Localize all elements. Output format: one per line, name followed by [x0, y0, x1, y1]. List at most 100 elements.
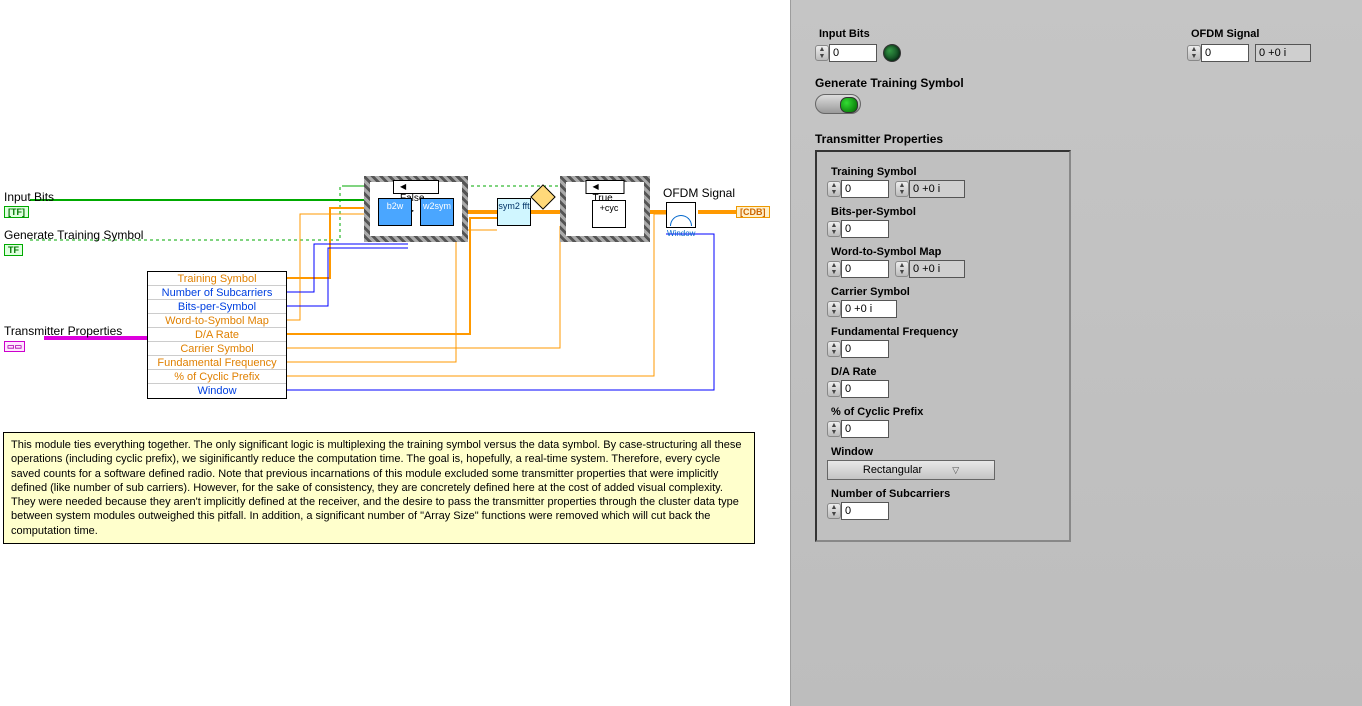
label-w2s-map: Word-to-Symbol Map: [831, 246, 1059, 258]
spin-down-icon[interactable]: ▼: [1188, 53, 1200, 60]
spin-up-icon[interactable]: ▲: [828, 382, 840, 389]
index-spinner[interactable]: ▲▼: [1187, 44, 1249, 62]
case-selector[interactable]: ◀ True ▼▶: [586, 180, 625, 194]
complex-field[interactable]: [909, 180, 965, 198]
index-field[interactable]: [841, 180, 889, 198]
spin-up-icon[interactable]: ▲: [828, 302, 840, 309]
cyc-prefix-spinner[interactable]: ▲▼: [827, 420, 889, 438]
spin-down-icon[interactable]: ▼: [828, 389, 840, 396]
label-tx-props: Transmitter Properties: [815, 132, 1338, 146]
complex-field[interactable]: [909, 260, 965, 278]
unbundle-row[interactable]: Bits-per-Symbol: [148, 300, 286, 314]
spin-up-icon[interactable]: ▲: [816, 46, 828, 53]
complex-element[interactable]: ▲▼: [895, 260, 965, 278]
spin-down-icon[interactable]: ▼: [896, 189, 908, 196]
label-ofdm-signal: OFDM Signal: [1191, 28, 1311, 40]
diagram-comment: This module ties everything together. Th…: [3, 432, 755, 544]
index-spinner[interactable]: ▲▼: [827, 180, 889, 198]
spin-down-icon[interactable]: ▼: [828, 429, 840, 436]
spin-down-icon[interactable]: ▼: [828, 229, 840, 236]
unbundle-row[interactable]: Training Symbol: [148, 272, 286, 286]
window-dropdown[interactable]: Rectangular ▽: [827, 460, 995, 480]
da-rate-spinner[interactable]: ▲▼: [827, 380, 889, 398]
index-spinner[interactable]: ▲▼: [815, 44, 877, 62]
label-window: Window: [831, 446, 1059, 458]
label-da-rate: D/A Rate: [831, 366, 1059, 378]
chevron-down-icon: ▽: [952, 465, 959, 476]
spin-up-icon[interactable]: ▲: [828, 222, 840, 229]
bits-per-symbol-spinner[interactable]: ▲▼: [827, 220, 889, 238]
spin-up-icon[interactable]: ▲: [828, 504, 840, 511]
spin-up-icon[interactable]: ▲: [828, 262, 840, 269]
label-fund-freq: Fundamental Frequency: [831, 326, 1059, 338]
unbundle-row[interactable]: Word-to-Symbol Map: [148, 314, 286, 328]
case-structure-false[interactable]: ◀ False ▼▶ b2w w2sym: [364, 176, 468, 242]
complex-value: [1255, 44, 1311, 62]
unbundle-row[interactable]: % of Cyclic Prefix: [148, 370, 286, 384]
front-panel: Input Bits ▲▼ OFDM Signal ▲▼: [790, 0, 1362, 706]
unbundle-row[interactable]: Window: [148, 384, 286, 398]
boolean-array-terminal-icon: [TF]: [4, 206, 29, 218]
label-gen-training: Generate Training Symbol: [815, 76, 1338, 90]
case-structure-true[interactable]: ◀ True ▼▶ +cyc: [560, 176, 650, 242]
subvi-w2sym[interactable]: w2sym: [420, 198, 454, 226]
spin-down-icon[interactable]: ▼: [828, 189, 840, 196]
unbundle-row[interactable]: Fundamental Frequency: [148, 356, 286, 370]
spin-up-icon[interactable]: ▲: [896, 262, 908, 269]
spin-down-icon[interactable]: ▼: [828, 511, 840, 518]
index-spinner[interactable]: ▲▼: [827, 260, 889, 278]
spin-down-icon[interactable]: ▼: [896, 269, 908, 276]
carrier-symbol-spinner[interactable]: ▲▼: [827, 300, 897, 318]
label-bits-per-symbol: Bits-per-Symbol: [831, 206, 1059, 218]
complex-field[interactable]: [841, 300, 897, 318]
terminal-label: Generate Training Symbol: [4, 228, 143, 242]
num-subcarriers-spinner[interactable]: ▲▼: [827, 502, 889, 520]
select-primitive-icon[interactable]: [530, 184, 555, 209]
spin-up-icon[interactable]: ▲: [896, 182, 908, 189]
spin-down-icon[interactable]: ▼: [828, 309, 840, 316]
block-diagram: Input Bits [TF] Generate Training Symbol…: [0, 0, 790, 706]
index-field[interactable]: [1201, 44, 1249, 62]
complex-indicator: [1255, 44, 1311, 62]
index-field[interactable]: [841, 260, 889, 278]
index-field[interactable]: [829, 44, 877, 62]
unbundle-row[interactable]: D/A Rate: [148, 328, 286, 342]
numeric-field[interactable]: [841, 420, 889, 438]
spin-down-icon[interactable]: ▼: [816, 53, 828, 60]
tx-props-cluster: Training Symbol ▲▼ ▲▼ Bits-per-Symbol ▲▼…: [815, 150, 1071, 542]
subvi-sym2fft[interactable]: sym2 fft: [497, 198, 531, 226]
generate-training-switch[interactable]: [815, 94, 861, 114]
terminal-ofdm-signal: OFDM Signal: [663, 186, 735, 200]
complex-array-terminal-icon: [CDB]: [736, 206, 770, 218]
numeric-field[interactable]: [841, 502, 889, 520]
label-training-symbol: Training Symbol: [831, 166, 1059, 178]
fund-freq-spinner[interactable]: ▲▼: [827, 340, 889, 358]
spin-up-icon[interactable]: ▲: [828, 422, 840, 429]
window-subvi-label: Window: [667, 229, 695, 238]
spin-down-icon[interactable]: ▼: [828, 349, 840, 356]
subvi-b2w[interactable]: b2w: [378, 198, 412, 226]
label-input-bits: Input Bits: [819, 28, 901, 40]
subvi-cyc[interactable]: +cyc: [592, 200, 626, 228]
spin-up-icon[interactable]: ▲: [828, 182, 840, 189]
cluster-terminal-icon: ▭▭: [4, 341, 25, 352]
terminal-gen-training: Generate Training Symbol TF: [4, 228, 143, 256]
case-selector[interactable]: ◀ False ▼▶: [393, 180, 439, 194]
label-num-subcarriers: Number of Subcarriers: [831, 488, 1059, 500]
terminal-tx-props: Transmitter Properties ▭▭: [4, 324, 122, 352]
spin-down-icon[interactable]: ▼: [828, 269, 840, 276]
unbundle-by-name[interactable]: Training Symbol Number of Subcarriers Bi…: [147, 271, 287, 399]
numeric-field[interactable]: [841, 340, 889, 358]
terminal-label: OFDM Signal: [663, 186, 735, 200]
unbundle-row[interactable]: Carrier Symbol: [148, 342, 286, 356]
numeric-field[interactable]: [841, 380, 889, 398]
spin-up-icon[interactable]: ▲: [1188, 46, 1200, 53]
terminal-label: Input Bits: [4, 190, 54, 204]
numeric-field[interactable]: [841, 220, 889, 238]
window-subvi-icon[interactable]: Window: [666, 202, 696, 228]
unbundle-row[interactable]: Number of Subcarriers: [148, 286, 286, 300]
label-cyc-prefix: % of Cyclic Prefix: [831, 406, 1059, 418]
complex-element[interactable]: ▲▼: [895, 180, 965, 198]
spin-up-icon[interactable]: ▲: [828, 342, 840, 349]
boolean-led-icon: [883, 44, 901, 62]
